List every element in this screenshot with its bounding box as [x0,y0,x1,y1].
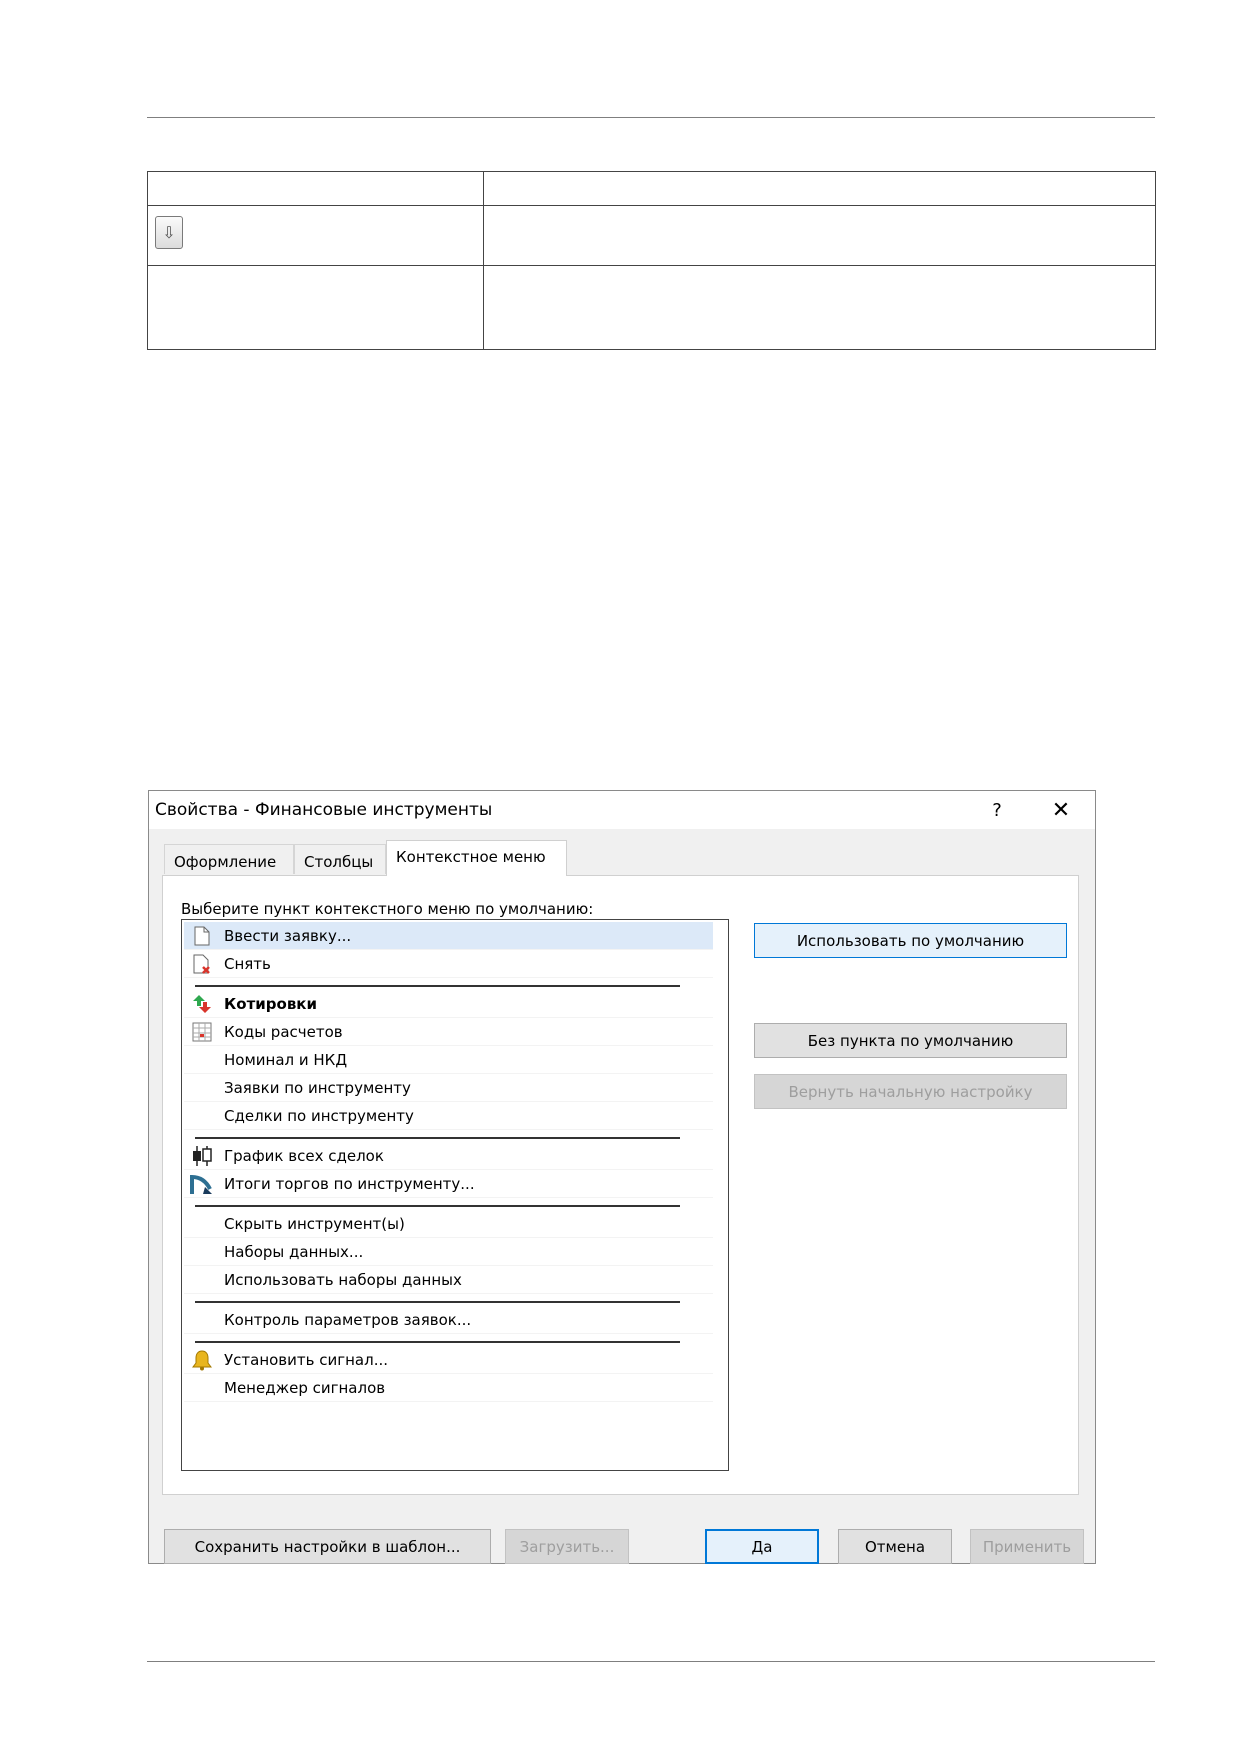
menu-separator [195,1301,680,1303]
list-item[interactable]: Установить сигнал... [184,1346,713,1374]
dialog-title: Свойства - Финансовые инструменты [155,800,493,820]
list-item[interactable]: Менеджер сигналов [184,1374,713,1402]
table-row-divider [148,265,1155,266]
down-arrow-button[interactable]: ⇩ [155,216,183,249]
close-button[interactable]: ✕ [1045,795,1077,825]
list-item[interactable]: Использовать наборы данных [184,1266,713,1294]
table-row-divider [148,205,1155,206]
cancel-button[interactable]: Отмена [838,1529,952,1564]
list-item-label: Менеджер сигналов [224,1379,386,1397]
list-item[interactable]: Номинал и НКД [184,1046,713,1074]
footer-rule [147,1661,1155,1662]
tab-context-menu[interactable]: Контекстное меню [386,840,567,876]
list-item-label: Сделки по инструменту [224,1107,414,1125]
menu-separator [195,1205,680,1207]
reset-settings-button[interactable]: Вернуть начальную настройку [754,1074,1067,1109]
list-item-label: График всех сделок [224,1147,384,1165]
bell-icon [190,1349,214,1371]
question-mark-icon: ? [992,799,1002,821]
list-item-label: Установить сигнал... [224,1351,389,1369]
quotes-arrows-icon [190,993,214,1015]
list-item-label: Котировки [224,995,317,1013]
list-item[interactable]: Контроль параметров заявок... [184,1306,713,1334]
list-item[interactable]: Снять [184,950,713,978]
close-icon: ✕ [1051,797,1071,823]
ok-button[interactable]: Да [705,1529,819,1564]
trading-results-icon [190,1173,214,1195]
list-item[interactable]: Коды расчетов [184,1018,713,1046]
table-grid-icon [190,1021,214,1043]
list-item[interactable]: Ввести заявку... [184,922,713,950]
properties-dialog: Свойства - Финансовые инструменты ? ✕ Оф… [148,790,1096,1564]
no-default-button[interactable]: Без пункта по умолчанию [754,1023,1067,1058]
list-item-label: Заявки по инструменту [224,1079,411,1097]
list-item[interactable]: Котировки [184,990,713,1018]
list-item[interactable]: График всех сделок [184,1142,713,1170]
document-icon [190,925,214,947]
list-item-label: Наборы данных... [224,1243,364,1261]
save-template-button[interactable]: Сохранить настройки в шаблон... [164,1529,491,1564]
list-item-label: Номинал и НКД [224,1051,348,1069]
header-rule [147,117,1155,118]
down-arrow-icon: ⇩ [162,223,176,242]
menu-separator [195,1137,680,1139]
table-column-divider [483,172,484,349]
list-item-label: Контроль параметров заявок... [224,1311,472,1329]
list-item[interactable]: Сделки по инструменту [184,1102,713,1130]
list-item[interactable]: Скрыть инструмент(ы) [184,1210,713,1238]
tab-columns[interactable]: Столбцы [294,844,386,874]
dialog-titlebar: Свойства - Финансовые инструменты ? ✕ [149,791,1095,829]
menu-separator [195,985,680,987]
help-button[interactable]: ? [983,796,1011,824]
tab-appearance[interactable]: Оформление [164,844,294,874]
list-item-label: Ввести заявку... [224,927,352,945]
list-item-label: Снять [224,955,271,973]
list-item[interactable]: Итоги торгов по инструменту... [184,1170,713,1198]
list-item[interactable]: Заявки по инструменту [184,1074,713,1102]
candlestick-chart-icon [190,1145,214,1167]
tab-panel: Выберите пункт контекстного меню по умол… [162,875,1079,1495]
list-item[interactable]: Наборы данных... [184,1238,713,1266]
apply-button[interactable]: Применить [970,1529,1084,1564]
list-item-label: Итоги торгов по инструменту... [224,1175,475,1193]
list-item-label: Использовать наборы данных [224,1271,462,1289]
load-button[interactable]: Загрузить... [505,1529,629,1564]
default-item-prompt: Выберите пункт контекстного меню по умол… [181,900,594,918]
menu-separator [195,1341,680,1343]
document-table: ⇩ [147,171,1156,350]
document-delete-icon [190,953,214,975]
context-menu-listbox[interactable]: Ввести заявку... Снять Котировки Коды ра [181,919,729,1471]
list-item-label: Коды расчетов [224,1023,343,1041]
list-item-label: Скрыть инструмент(ы) [224,1215,405,1233]
use-default-button[interactable]: Использовать по умолчанию [754,923,1067,958]
